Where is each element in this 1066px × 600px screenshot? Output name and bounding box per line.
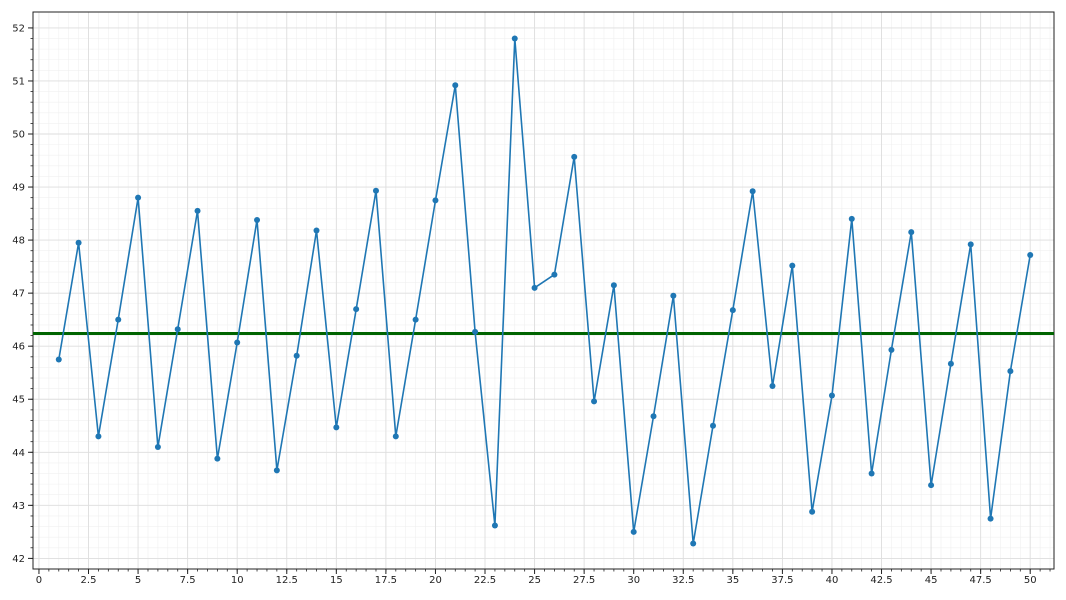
data-point	[472, 328, 479, 335]
data-point	[908, 229, 915, 236]
data-point	[353, 306, 360, 313]
data-point	[571, 153, 578, 160]
data-point	[928, 482, 935, 489]
data-point	[967, 241, 974, 248]
data-point	[809, 508, 816, 515]
data-point	[95, 433, 102, 440]
data-point	[412, 316, 419, 323]
x-tick-label: 20	[429, 575, 442, 586]
x-tick-label: 37.5	[771, 575, 793, 586]
data-point	[591, 398, 598, 405]
x-tick-label: 15	[330, 575, 343, 586]
data-point	[551, 271, 558, 278]
y-tick-label: 45	[12, 395, 25, 406]
data-point	[947, 360, 954, 367]
data-point	[313, 227, 320, 234]
data-point	[293, 352, 300, 359]
data-point	[630, 528, 637, 535]
x-tick-label: 2.5	[81, 575, 97, 586]
x-tick-label: 40	[826, 575, 839, 586]
x-tick-label: 0	[36, 575, 42, 586]
y-tick-label: 43	[12, 501, 25, 512]
x-tick-label: 30	[627, 575, 640, 586]
data-point	[670, 292, 677, 299]
data-point	[650, 413, 657, 420]
data-point	[987, 515, 994, 522]
x-tick-label: 45	[925, 575, 938, 586]
data-point	[491, 522, 498, 529]
data-point	[254, 216, 261, 223]
y-tick-label: 48	[12, 236, 25, 247]
data-point	[610, 282, 617, 289]
data-point	[749, 188, 756, 195]
data-point	[194, 207, 201, 214]
line-chart: 0 2.5 5 7.5 10 12.5 15 17.5 20 22.5 25 27.5 30 32.5 35…	[0, 0, 1066, 600]
x-tick-label: 5	[135, 575, 141, 586]
x-tick-label: 25	[528, 575, 541, 586]
data-point	[828, 392, 835, 399]
data-point	[273, 467, 280, 474]
x-tick-label: 32.5	[672, 575, 694, 586]
data-point	[888, 346, 895, 353]
x-tick-label: 35	[726, 575, 739, 586]
y-tick-label: 50	[12, 130, 25, 141]
y-tick-label: 52	[12, 23, 25, 34]
x-tick-label: 50	[1024, 575, 1037, 586]
y-tick-label: 44	[12, 448, 25, 459]
data-point	[1007, 368, 1014, 375]
data-point	[392, 433, 399, 440]
data-point	[789, 262, 796, 269]
data-point	[531, 284, 538, 291]
chart-background	[0, 0, 1066, 600]
x-tick-label: 7.5	[180, 575, 196, 586]
y-tick-label: 47	[12, 289, 25, 300]
data-point	[848, 215, 855, 222]
data-point	[214, 455, 221, 462]
data-point	[75, 239, 82, 246]
data-point	[234, 339, 241, 346]
x-tick-label: 27.5	[573, 575, 595, 586]
data-point	[333, 424, 340, 431]
x-tick-label: 47.5	[970, 575, 992, 586]
x-tick-label: 42.5	[870, 575, 892, 586]
y-tick-label: 42	[12, 554, 25, 565]
y-tick-label: 49	[12, 183, 25, 194]
x-tick-label: 10	[231, 575, 244, 586]
data-point	[432, 197, 439, 204]
data-point	[55, 356, 62, 363]
data-point	[729, 307, 736, 314]
data-point	[868, 470, 875, 477]
data-point	[769, 382, 776, 389]
x-tick-label: 17.5	[375, 575, 397, 586]
x-tick-label: 22.5	[474, 575, 496, 586]
data-point	[511, 35, 518, 42]
data-point	[115, 316, 122, 323]
data-point	[1027, 251, 1034, 258]
data-point	[135, 194, 142, 201]
data-point	[174, 326, 181, 333]
x-tick-label: 12.5	[276, 575, 298, 586]
y-tick-label: 46	[12, 342, 25, 353]
data-point	[452, 82, 459, 89]
y-tick-label: 51	[12, 76, 25, 87]
data-point	[154, 443, 161, 450]
data-point	[372, 187, 379, 194]
data-point	[710, 422, 717, 429]
data-point	[690, 540, 697, 547]
